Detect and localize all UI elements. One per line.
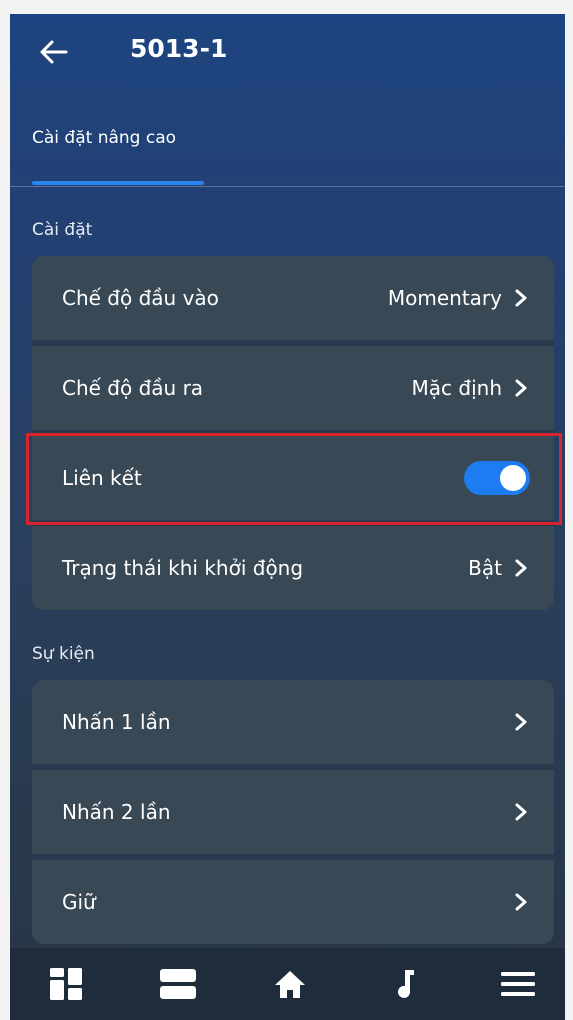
header: 5013-1	[10, 14, 565, 94]
row-input-mode[interactable]: Chế độ đầu vào Momentary	[32, 256, 554, 340]
row-label: Liên kết	[62, 466, 142, 490]
row-press-once[interactable]: Nhấn 1 lần	[32, 680, 554, 764]
toggle-knob	[500, 465, 526, 491]
row-press-twice[interactable]: Nhấn 2 lần	[32, 764, 554, 854]
back-button[interactable]	[38, 36, 70, 68]
chevron-right-icon	[515, 803, 527, 821]
section-title-settings: Cài đặt	[32, 220, 93, 240]
dashboard-icon	[50, 968, 82, 1000]
row-label: Giữ	[62, 890, 96, 914]
home-icon	[275, 971, 305, 998]
row-label: Nhấn 2 lần	[62, 800, 171, 824]
row-label: Nhấn 1 lần	[62, 710, 171, 734]
nav-dashboard[interactable]	[48, 966, 88, 1006]
row-output-mode[interactable]: Chế độ đầu ra Mặc định	[32, 340, 554, 430]
chevron-right-icon	[515, 559, 527, 577]
chevron-right-icon	[515, 379, 527, 397]
nav-home[interactable]	[272, 966, 312, 1006]
page-title: 5013-1	[130, 34, 228, 63]
nav-rooms[interactable]	[158, 966, 198, 1006]
nav-music[interactable]	[388, 966, 428, 1006]
row-startup-state[interactable]: Trạng thái khi khởi động Bật	[32, 520, 554, 610]
row-hold[interactable]: Giữ	[32, 854, 554, 944]
row-value: Mặc định	[411, 376, 502, 400]
tab-active-indicator	[32, 181, 204, 185]
tab-divider	[10, 186, 565, 187]
nav-menu[interactable]	[498, 966, 538, 1006]
row-value: Bật	[468, 556, 502, 580]
chevron-right-icon	[515, 289, 527, 307]
settings-card: Chế độ đầu vào Momentary Chế độ đầu ra M…	[32, 256, 554, 610]
row-link: Liên kết	[32, 430, 554, 520]
tab-advanced-settings[interactable]: Cài đặt nâng cao	[32, 128, 176, 148]
row-label: Trạng thái khi khởi động	[62, 556, 304, 580]
menu-icon	[501, 972, 535, 996]
row-label: Chế độ đầu vào	[62, 286, 219, 310]
row-label: Chế độ đầu ra	[62, 376, 204, 400]
music-icon	[398, 970, 414, 998]
bottom-nav	[10, 948, 565, 1020]
chevron-right-icon	[515, 893, 527, 911]
events-card: Nhấn 1 lần Nhấn 2 lần Giữ	[32, 680, 554, 944]
arrow-left-icon	[40, 40, 68, 64]
section-title-events: Sự kiện	[32, 644, 95, 664]
rooms-icon	[160, 969, 196, 999]
link-toggle[interactable]	[464, 461, 530, 495]
app-screen: 5013-1 Cài đặt nâng cao Cài đặt Chế độ đ…	[10, 14, 565, 1020]
chevron-right-icon	[515, 713, 527, 731]
row-value: Momentary	[387, 286, 502, 310]
